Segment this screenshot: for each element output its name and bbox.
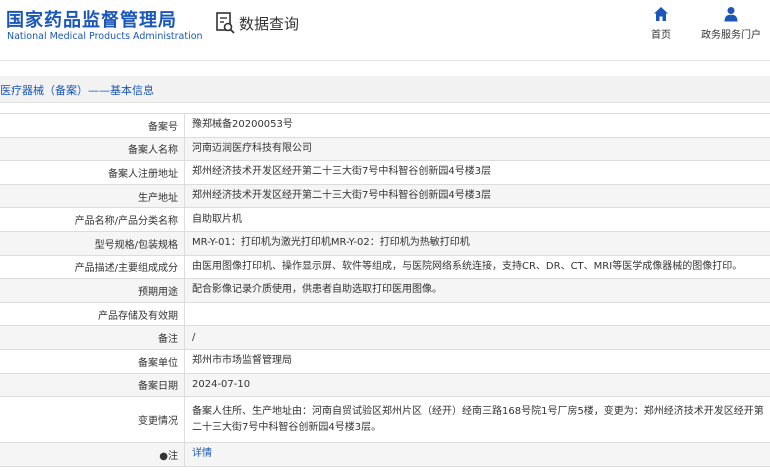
logo-title-en[interactable]: National Medical Products Administration xyxy=(7,31,203,42)
field-label: 预期用途 xyxy=(0,279,185,302)
table-row: 备注 / xyxy=(0,326,770,350)
field-value: 配合影像记录介质使用，供患者自助选取打印医用图像。 xyxy=(192,284,442,296)
field-value: 郑州市市场监督管理局 xyxy=(192,355,292,367)
field-value: 豫郑械备20200053号 xyxy=(192,119,293,131)
table-row: ●注 详情 xyxy=(0,443,770,467)
home-icon xyxy=(654,7,668,21)
table-row: 生产地址 郑州经济技术开发区经开第二十三大街7号中科智谷创新园4号楼3层 xyxy=(0,184,770,209)
field-label: 产品描述/主要组成成分 xyxy=(0,255,185,279)
data-query-icon xyxy=(216,12,235,34)
site-header: 国家药品监督管理局 National Medical Products Admi… xyxy=(0,0,770,52)
field-label: 备案人注册地址 xyxy=(0,161,185,184)
breadcrumb: 医疗器械（备案）——基本信息 xyxy=(0,84,154,97)
user-icon xyxy=(724,7,738,22)
field-value: 自助取片机 xyxy=(192,213,242,225)
table-row: 变更情况 备案人住所、生产地址由：河南自贸试验区郑州片区（经开）经南三路168号… xyxy=(0,397,770,444)
home-button[interactable]: 首页 xyxy=(646,6,676,41)
table-row: 备案单位 郑州市市场监督管理局 xyxy=(0,349,770,374)
field-label: 备案号 xyxy=(0,114,185,137)
header-divider xyxy=(0,60,770,61)
field-value: 郑州经济技术开发区经开第二十三大街7号中科智谷创新园4号楼3层 xyxy=(192,190,492,202)
table-row: 产品存储及有效期 xyxy=(0,302,770,327)
table-row: 备案号 豫郑械备20200053号 xyxy=(0,114,770,138)
field-value: 备案人住所、生产地址由：河南自贸试验区郑州片区（经开）经南三路168号院1号厂房… xyxy=(192,405,764,433)
field-value xyxy=(185,303,770,326)
table-row: 备案人名称 河南迈润医疗科技有限公司 xyxy=(0,137,770,162)
field-label: 备注 xyxy=(0,326,185,349)
table-row: 产品描述/主要组成成分 由医用图像打印机、操作显示屏、软件等组成，与医院网络系统… xyxy=(0,255,770,280)
field-label: 变更情况 xyxy=(0,397,185,443)
field-value: 郑州经济技术开发区经开第二十三大街7号中科智谷创新园4号楼3层 xyxy=(192,166,492,178)
field-value: 由医用图像打印机、操作显示屏、软件等组成，与医院网络系统连接，支持CR、DR、C… xyxy=(192,260,743,272)
details-link[interactable]: 详情 xyxy=(185,443,770,466)
field-label: 备案人名称 xyxy=(0,137,185,161)
record-detail-table: 备案号 豫郑械备20200053号 备案人名称 河南迈润医疗科技有限公司 备案人… xyxy=(0,113,770,467)
field-label: 备案日期 xyxy=(0,373,185,397)
table-row: 产品名称/产品分类名称 自助取片机 xyxy=(0,208,770,232)
section-title-bar: 医疗器械（备案）——基本信息 xyxy=(0,76,770,103)
field-label: ●注 xyxy=(0,443,185,466)
home-label: 首页 xyxy=(651,30,671,41)
field-label: 型号规格/包装规格 xyxy=(0,231,185,255)
logo-title-cn[interactable]: 国家药品监督管理局 xyxy=(6,6,177,32)
table-row: 预期用途 配合影像记录介质使用，供患者自助选取打印医用图像。 xyxy=(0,279,770,303)
data-query-link[interactable]: 数据查询 xyxy=(215,10,299,36)
table-row: 备案日期 2024-07-10 xyxy=(0,373,770,398)
field-value: / xyxy=(192,331,196,343)
field-label: 备案单位 xyxy=(0,349,185,373)
field-value: MR-Y-01：打印机为激光打印机MR-Y-02：打印机为热敏打印机 xyxy=(192,237,470,249)
field-value: 2024-07-10 xyxy=(192,378,251,390)
table-row: 备案人注册地址 郑州经济技术开发区经开第二十三大街7号中科智谷创新园4号楼3层 xyxy=(0,161,770,185)
service-portal-button[interactable]: 政务服务门户 xyxy=(700,6,762,41)
data-query-label: 数据查询 xyxy=(239,14,300,33)
field-value: 河南迈润医疗科技有限公司 xyxy=(192,142,312,154)
field-label: 生产地址 xyxy=(0,184,185,208)
field-label: 产品存储及有效期 xyxy=(0,302,185,326)
table-row: 型号规格/包装规格 MR-Y-01：打印机为激光打印机MR-Y-02：打印机为热… xyxy=(0,231,770,256)
field-label: 产品名称/产品分类名称 xyxy=(0,208,185,231)
service-portal-label: 政务服务门户 xyxy=(701,30,761,41)
